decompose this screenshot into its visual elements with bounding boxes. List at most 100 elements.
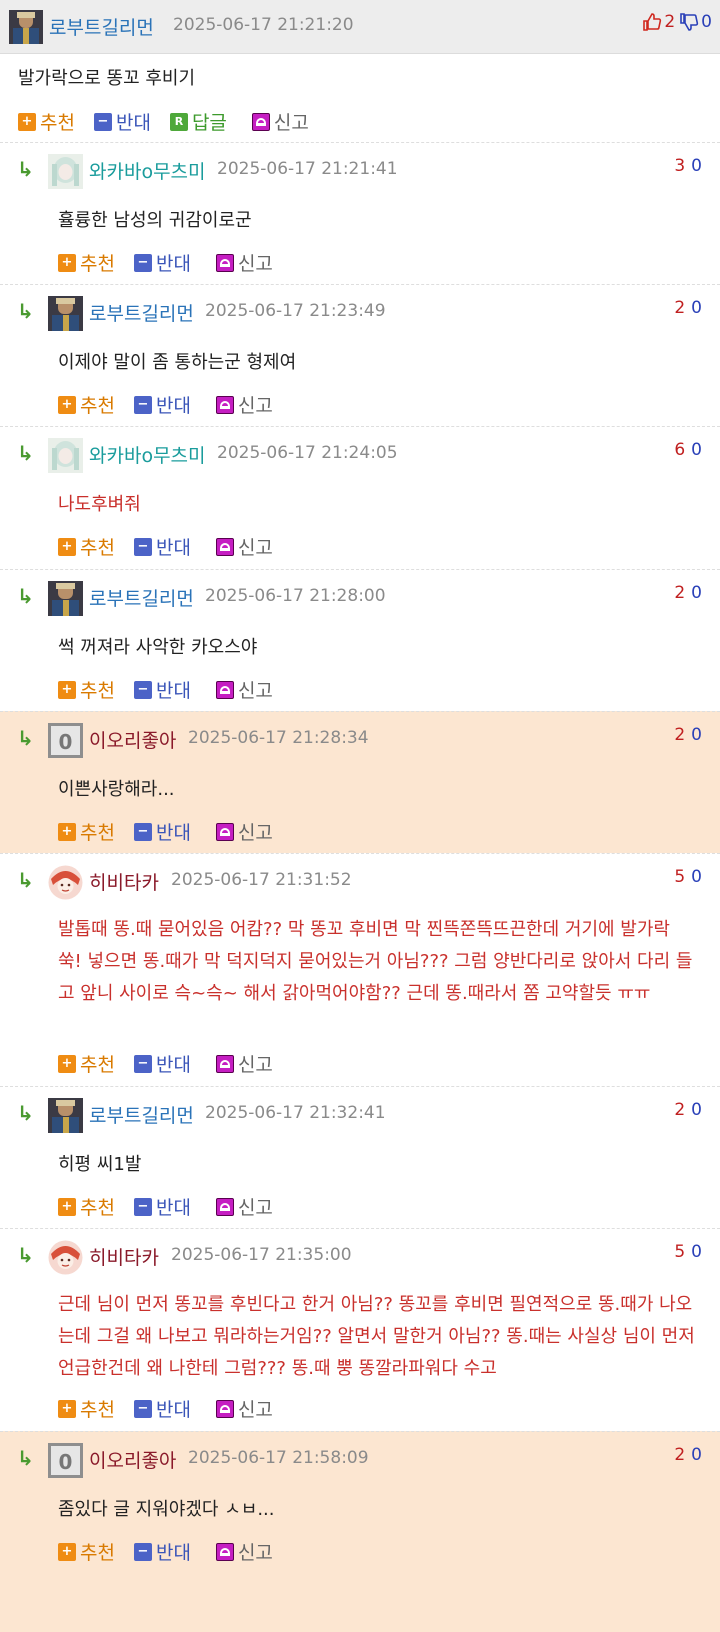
commenter-nickname[interactable]: 히비타카 xyxy=(89,1243,159,1270)
comment-down-count: 0 xyxy=(691,298,702,318)
report-button[interactable]: 신고 xyxy=(215,818,273,845)
commenter-avatar[interactable] xyxy=(48,438,83,473)
commenter-nickname[interactable]: 와카바o무츠미 xyxy=(89,157,206,184)
commenter-avatar[interactable] xyxy=(48,865,83,900)
reply-label: 답글 xyxy=(191,112,227,134)
comment-up-count: 2 xyxy=(674,725,686,745)
comment-up-count: 6 xyxy=(674,440,686,460)
comment-vote-count: 50 xyxy=(674,1242,702,1262)
comment-body: 휼륭한 남성의 귀감이로군 xyxy=(58,210,252,231)
report-button[interactable]: 신고 xyxy=(215,1538,273,1565)
comment-down-count: 0 xyxy=(691,867,702,887)
commenter-avatar[interactable]: 0 xyxy=(48,723,83,758)
report-button[interactable]: 신고 xyxy=(215,249,273,276)
reply-arrow-icon: ↳ xyxy=(17,868,34,892)
thumbs-up-icon[interactable] xyxy=(642,12,662,32)
recommend-label: 추천 xyxy=(80,1054,115,1076)
comment-up-count: 2 xyxy=(674,583,686,603)
recommend-button[interactable]: + 추천 xyxy=(58,1395,115,1422)
plus-icon: + xyxy=(58,537,76,556)
commenter-avatar[interactable] xyxy=(48,581,83,616)
oppose-button[interactable]: − 반대 xyxy=(93,108,151,135)
commenter-nickname[interactable]: 와카바o무츠미 xyxy=(89,441,206,468)
report-button[interactable]: 신고 xyxy=(215,1193,273,1220)
oppose-label: 반대 xyxy=(155,537,191,559)
reply-button[interactable]: R 답글 xyxy=(169,108,227,135)
commenter-nickname[interactable]: 로부트길리먼 xyxy=(89,584,194,611)
minus-icon: − xyxy=(133,680,152,699)
comment-vote-count: 30 xyxy=(674,156,702,176)
comment-actions: + 추천 − 반대 신고 xyxy=(58,1395,292,1422)
recommend-button[interactable]: + 추천 xyxy=(58,1193,115,1220)
siren-icon xyxy=(215,537,234,556)
post-actions: + 추천 − 반대 R 답글 신고 xyxy=(18,108,328,135)
siren-icon xyxy=(215,1197,234,1216)
comment-up-count: 2 xyxy=(674,1100,686,1120)
report-label: 신고 xyxy=(237,680,273,702)
recommend-button[interactable]: + 추천 xyxy=(58,676,115,703)
oppose-button[interactable]: − 반대 xyxy=(133,391,191,418)
recommend-button[interactable]: + 추천 xyxy=(58,391,115,418)
plus-icon: + xyxy=(58,1197,76,1216)
oppose-button[interactable]: − 반대 xyxy=(133,533,191,560)
commenter-avatar[interactable] xyxy=(48,1240,83,1275)
oppose-button[interactable]: − 반대 xyxy=(133,1395,191,1422)
commenter-nickname[interactable]: 로부트길리먼 xyxy=(89,299,194,326)
oppose-button[interactable]: − 반대 xyxy=(133,249,191,276)
post-header: 로부트길리먼 2025-06-17 21:21:20 2 0 xyxy=(0,0,720,54)
comment-body: 발톱때 똥.때 묻어있음 어캄?? 막 똥꼬 후비면 막 찐뜩쫀뜩뜨끈한데 거기… xyxy=(58,919,693,1004)
commenter-nickname[interactable]: 이오리좋아 xyxy=(89,726,176,753)
comment-up-count: 5 xyxy=(674,1242,686,1262)
comment-up-count: 2 xyxy=(674,298,686,318)
commenter-avatar[interactable] xyxy=(48,154,83,189)
report-button[interactable]: 신고 xyxy=(215,676,273,703)
commenter-nickname[interactable]: 로부트길리먼 xyxy=(89,1101,194,1128)
reply-arrow-icon: ↳ xyxy=(17,726,34,750)
recommend-button[interactable]: + 추천 xyxy=(58,1050,115,1077)
comment-vote-count: 20 xyxy=(674,725,702,745)
comment-vote-count: 20 xyxy=(674,298,702,318)
comment-down-count: 0 xyxy=(691,1445,702,1465)
report-label: 신고 xyxy=(237,395,273,417)
report-label: 신고 xyxy=(237,1542,273,1564)
comment-item: ↳ 히비타카 2025-06-17 21:35:00 50 근데 님이 먼저 똥… xyxy=(0,1228,720,1431)
reply-arrow-icon: ↳ xyxy=(17,1243,34,1267)
oppose-button[interactable]: − 반대 xyxy=(133,1193,191,1220)
author-nickname[interactable]: 로부트길리먼 xyxy=(49,13,154,40)
report-label: 신고 xyxy=(237,822,273,844)
comment-item: ↳ 히비타카 2025-06-17 21:31:52 50 발톱때 똥.때 묻어… xyxy=(0,853,720,1086)
comment-vote-count: 60 xyxy=(674,440,702,460)
commenter-nickname[interactable]: 이오리좋아 xyxy=(89,1446,176,1473)
comment-down-count: 0 xyxy=(691,440,702,460)
report-button[interactable]: 신고 xyxy=(215,391,273,418)
oppose-label: 반대 xyxy=(155,822,191,844)
comment-item: ↳ 와카바o무츠미 2025-06-17 21:21:41 30 휼륭한 남성의… xyxy=(0,142,720,284)
recommend-button[interactable]: + 추천 xyxy=(18,108,75,135)
oppose-label: 반대 xyxy=(155,1197,191,1219)
commenter-avatar[interactable] xyxy=(48,1098,83,1133)
comment-down-count: 0 xyxy=(691,725,702,745)
post-like-count: 2 xyxy=(664,12,676,32)
report-button[interactable]: 신고 xyxy=(215,1050,273,1077)
comment-item: ↳ 로부트길리먼 2025-06-17 21:28:00 20 썩 꺼져라 사악… xyxy=(0,569,720,711)
commenter-avatar[interactable] xyxy=(48,296,83,331)
recommend-button[interactable]: + 추천 xyxy=(58,818,115,845)
oppose-button[interactable]: − 반대 xyxy=(133,1538,191,1565)
report-button[interactable]: 신고 xyxy=(251,108,309,135)
commenter-avatar[interactable]: 0 xyxy=(48,1443,83,1478)
plus-icon: + xyxy=(58,1399,76,1418)
recommend-button[interactable]: + 추천 xyxy=(58,249,115,276)
recommend-button[interactable]: + 추천 xyxy=(58,1538,115,1565)
oppose-button[interactable]: − 반대 xyxy=(133,1050,191,1077)
thumbs-down-icon[interactable] xyxy=(679,12,699,32)
report-button[interactable]: 신고 xyxy=(215,533,273,560)
commenter-nickname[interactable]: 히비타카 xyxy=(89,868,159,895)
recommend-button[interactable]: + 추천 xyxy=(58,533,115,560)
oppose-button[interactable]: − 반대 xyxy=(133,818,191,845)
comment-body: 히평 씨1발 xyxy=(58,1154,142,1175)
report-button[interactable]: 신고 xyxy=(215,1395,273,1422)
comment-item: ↳ 0 이오리좋아 2025-06-17 21:28:34 20 이쁜사랑해라.… xyxy=(0,711,720,853)
oppose-button[interactable]: − 반대 xyxy=(133,676,191,703)
comment-item: ↳ 로부트길리먼 2025-06-17 21:23:49 20 이제야 말이 좀… xyxy=(0,284,720,426)
author-avatar[interactable] xyxy=(9,10,43,44)
